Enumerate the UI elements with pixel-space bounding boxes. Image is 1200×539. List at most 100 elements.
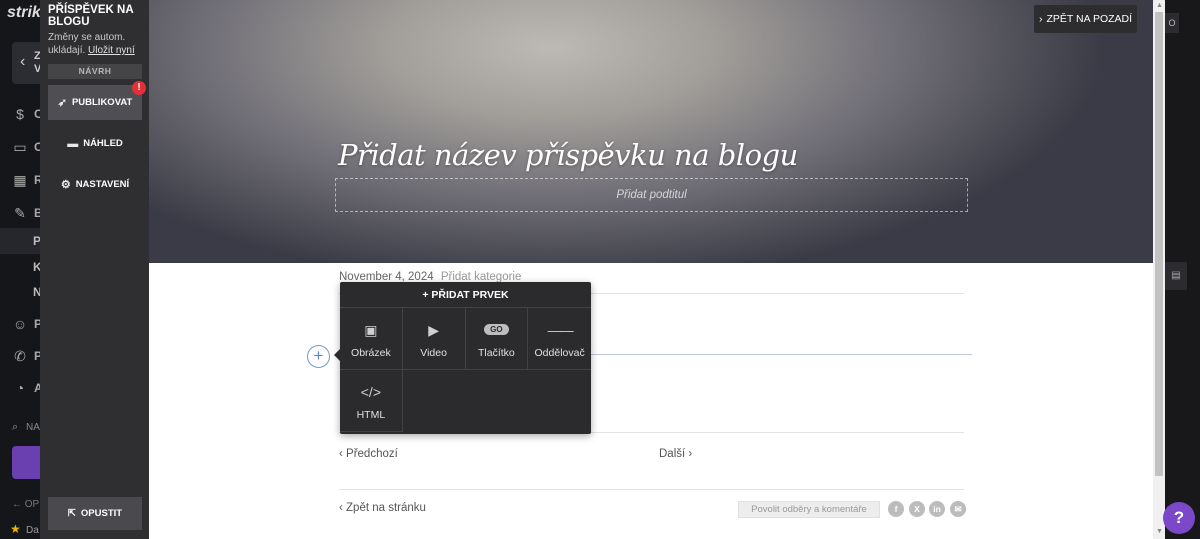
back-to-page-label: Zpět na stránku	[346, 502, 426, 514]
add-element-popup: + PŘIDAT PRVEK ▣ Obrázek ▶ Video GO Tlač…	[334, 282, 591, 434]
save-now-link[interactable]: Uložit nyní	[88, 45, 135, 56]
scroll-up-icon[interactable]: ▲	[1156, 2, 1163, 9]
empty-cell	[466, 370, 529, 432]
status-badge: NÁVRH	[48, 64, 142, 79]
preview-label: NÁHLED	[83, 138, 123, 149]
exit-button[interactable]: ⇱ OPUSTIT	[48, 497, 142, 530]
help-button[interactable]: ?	[1163, 502, 1195, 534]
empty-cell	[528, 370, 591, 432]
publish-button[interactable]: ➶ PUBLIKOVAT !	[48, 81, 146, 120]
chevron-left-icon: ‹	[339, 448, 347, 460]
app-star-label: Da	[26, 525, 39, 536]
panel-title: PŘÍSPĚVEK NA BLOGU	[48, 4, 134, 28]
autosave-note: Změny se autom. ukládají. Uložit nyní	[48, 31, 146, 57]
previous-label: Předchozí	[346, 448, 398, 460]
empty-cell	[403, 370, 466, 432]
option-label: Tlačítko	[477, 347, 515, 359]
enable-subscriptions-label: Povolit odběry a komentáře	[751, 504, 867, 515]
back-to-background-label: ZPĚT NA POZADÍ	[1046, 13, 1133, 25]
chevron-left-icon: ‹	[339, 502, 347, 514]
back-to-page-link[interactable]: ‹ Zpět na stránku	[339, 502, 426, 514]
image-icon: ▣	[364, 322, 378, 338]
editor-panel: PŘÍSPĚVEK NA BLOGU Změny se autom. uklád…	[40, 0, 149, 539]
search-icon[interactable]: ⌕	[12, 421, 18, 434]
app-sub-label: K	[33, 260, 40, 274]
preview-button[interactable]: ▬ NÁHLED	[48, 126, 142, 161]
star-icon: ★	[10, 522, 21, 536]
option-label: Oddělovač	[534, 347, 585, 359]
settings-label: NASTAVENÍ	[75, 179, 130, 190]
app-sub-item-2[interactable]: N	[0, 279, 40, 305]
subtitle-field[interactable]: Přidat podtitul	[335, 178, 968, 212]
exit-label: OPUSTIT	[80, 508, 123, 519]
plus-icon: +	[313, 346, 324, 365]
video-icon: ▶	[428, 322, 440, 338]
right-panel-icon[interactable]: ▤	[1165, 262, 1187, 290]
add-image-option[interactable]: ▣ Obrázek	[340, 308, 403, 370]
right-top-button[interactable]: O	[1165, 13, 1179, 33]
app-nav-item-1[interactable]: ▭ O	[0, 134, 40, 160]
option-label: Video	[420, 347, 447, 359]
add-button-option[interactable]: GO Tlačítko	[465, 308, 529, 370]
app-nav-item-4[interactable]: ☺ P	[0, 311, 40, 337]
devices-icon: ▬	[67, 137, 79, 150]
vertical-scrollbar[interactable]: ▲ ▼	[1153, 0, 1165, 539]
scroll-down-icon[interactable]: ▼	[1156, 528, 1163, 535]
app-sub-item-1[interactable]: K	[0, 254, 40, 280]
calendar-icon: ▦	[13, 172, 27, 188]
scrollbar-thumb[interactable]	[1155, 12, 1163, 476]
enable-subscriptions-button[interactable]: Povolit odběry a komentáře	[738, 501, 880, 518]
back-to-background-button[interactable]: › ZPĚT NA POZADÍ	[1034, 5, 1137, 33]
add-element-button[interactable]: +	[307, 345, 330, 368]
app-logo: strik	[7, 4, 40, 21]
exit-icon: ⇱	[67, 508, 76, 519]
publish-label: PUBLIKOVAT	[71, 97, 133, 108]
button-icon-text: GO	[484, 324, 509, 335]
post-title[interactable]: Přidat název příspěvku na blogu	[338, 138, 798, 172]
facebook-icon[interactable]: f	[888, 501, 904, 517]
add-html-option[interactable]: </> HTML	[340, 370, 403, 432]
store-icon: ▭	[13, 139, 27, 155]
chevron-right-icon: ›	[685, 448, 693, 460]
app-nav-item-3[interactable]: ✎ B	[0, 200, 40, 226]
gear-icon: ⚙	[60, 179, 71, 191]
email-icon[interactable]: ✉	[950, 501, 966, 517]
previous-post-link[interactable]: ‹ Předchozí	[339, 448, 398, 460]
app-sub-label: N	[33, 285, 40, 299]
app-op-label[interactable]: ← OP	[12, 499, 39, 510]
dollar-icon: $	[16, 106, 24, 122]
settings-button[interactable]: ⚙ NASTAVENÍ	[48, 167, 142, 202]
app-sub-label: P	[33, 234, 40, 248]
pen-icon: ✎	[14, 205, 26, 221]
x-icon[interactable]: X	[909, 501, 925, 517]
app-sidebar: strik ‹ Z V $ C ▭ O ▦ R ✎ B P K N ☺ P ✆ …	[0, 0, 40, 539]
app-primary-button[interactable]	[12, 446, 40, 479]
app-nav-item-2[interactable]: ▦ R	[0, 167, 40, 193]
add-divider-option[interactable]: —— Oddělovač	[528, 308, 591, 370]
app-nav-item-5[interactable]: ✆ P	[0, 343, 40, 369]
next-label: Další	[659, 448, 686, 460]
right-app-strip: O ▤	[1165, 0, 1200, 539]
app-nav-item-0[interactable]: $ C	[0, 101, 40, 127]
hero-section[interactable]: › ZPĚT NA POZADÍ Přidat název příspěvku …	[149, 0, 1153, 263]
alert-badge: !	[132, 81, 146, 95]
option-label: Obrázek	[351, 347, 391, 359]
rocket-icon: ➶	[57, 97, 67, 109]
app-search-label: NA	[26, 422, 40, 433]
chevron-left-icon: ‹	[20, 53, 26, 70]
megaphone-icon: ✆	[14, 348, 26, 364]
add-video-option[interactable]: ▶ Video	[402, 308, 466, 370]
next-post-link[interactable]: Další ›	[659, 448, 692, 460]
app-back-button[interactable]: ‹ Z V	[12, 42, 40, 84]
option-label: HTML	[356, 409, 386, 421]
element-grid: ▣ Obrázek ▶ Video GO Tlačítko —— Oddělov…	[340, 308, 591, 432]
app-sub-item-0[interactable]: P	[0, 228, 40, 254]
page-canvas: › ZPĚT NA POZADÍ Přidat název příspěvku …	[149, 0, 1153, 539]
divider-icon: ——	[547, 322, 574, 338]
app-nav-item-6[interactable]: ◔ A	[0, 375, 40, 401]
linkedin-icon[interactable]: in	[929, 501, 945, 517]
divider	[339, 489, 964, 490]
chart-icon: ◔	[15, 380, 25, 396]
code-icon: </>	[360, 384, 381, 400]
button-icon: GO	[466, 321, 528, 339]
